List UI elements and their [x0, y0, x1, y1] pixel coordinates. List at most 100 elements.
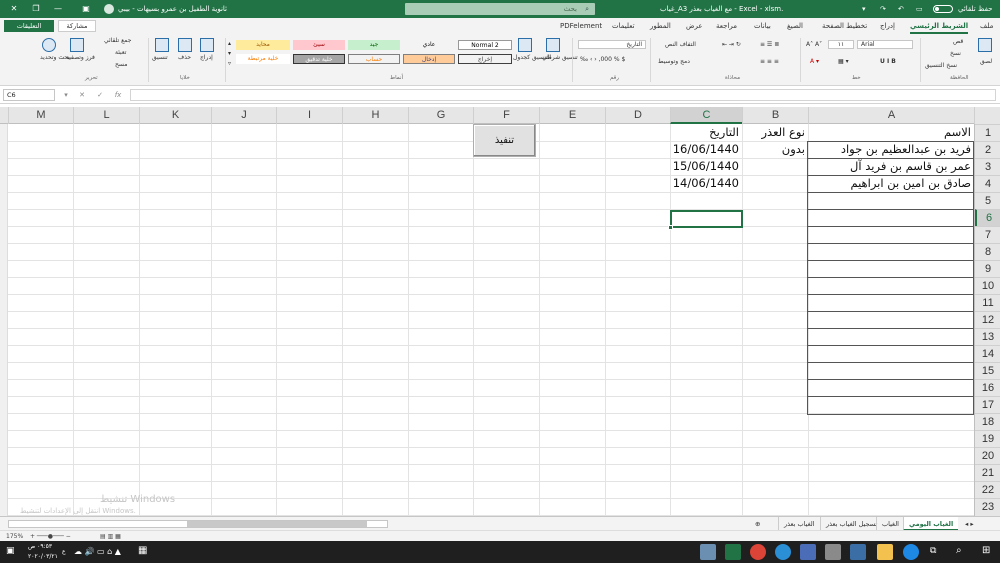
- column-header-d[interactable]: D: [605, 107, 670, 124]
- cell-c1[interactable]: التاريخ: [670, 124, 742, 141]
- search-input[interactable]: بحث ⌕: [405, 3, 595, 15]
- merge-center-button[interactable]: دمج وتوسيط: [658, 58, 690, 65]
- sheet-tab-absence[interactable]: الغياب: [876, 517, 904, 531]
- cell-a2[interactable]: فريد بن عبدالعظيم بن جواد: [808, 141, 974, 158]
- style-linked-cell[interactable]: خلية مرتبطة: [236, 54, 290, 64]
- style-input[interactable]: إدخال: [403, 54, 455, 64]
- fill-handle[interactable]: [668, 225, 673, 230]
- horizontal-scroll-thumb[interactable]: [187, 521, 367, 527]
- add-sheet-button[interactable]: ⊕: [750, 517, 765, 531]
- column-header-c[interactable]: C: [670, 107, 742, 124]
- cell-a3[interactable]: عمر بن قاسم بن فريد آل: [808, 158, 974, 175]
- column-header-g[interactable]: G: [408, 107, 473, 124]
- comments-button[interactable]: التعليقات: [4, 20, 54, 32]
- taskbar-app-icon-2[interactable]: [800, 544, 816, 560]
- cell-c2[interactable]: 16/06/1440: [670, 141, 742, 158]
- taskbar-app-icon[interactable]: [700, 544, 716, 560]
- row-header-15[interactable]: 15: [975, 362, 1000, 379]
- style-normal-arabic[interactable]: عادي: [403, 40, 455, 50]
- sheet-tab-daily[interactable]: الغياب اليومي: [903, 517, 959, 531]
- find-icon[interactable]: [42, 38, 56, 52]
- format-button[interactable]: تنسيق: [152, 54, 168, 61]
- cut-button[interactable]: قص: [953, 38, 963, 45]
- insert-button[interactable]: إدراج: [200, 54, 213, 61]
- style-good[interactable]: جيد: [348, 40, 400, 50]
- style-check-cell[interactable]: خلية تدقيق: [293, 54, 345, 64]
- row-header-13[interactable]: 13: [975, 328, 1000, 345]
- column-header-f[interactable]: F: [473, 107, 539, 124]
- row-header-11[interactable]: 11: [975, 294, 1000, 311]
- cell-b1[interactable]: نوع العذر: [742, 124, 808, 141]
- select-all-corner[interactable]: [974, 107, 1000, 124]
- insert-cells-icon[interactable]: [200, 38, 214, 52]
- column-header-a[interactable]: A: [808, 107, 974, 124]
- tray-icons[interactable]: ☁ 🔊 ▭ ⌂ ▲: [74, 547, 121, 556]
- font-color-icon[interactable]: A ▾: [810, 58, 819, 65]
- autosum-button[interactable]: جمع تلقائي: [104, 37, 131, 44]
- format-painter-button[interactable]: نسخ التنسيق: [925, 62, 957, 69]
- column-header-h[interactable]: H: [342, 107, 408, 124]
- tab-page-layout[interactable]: تخطيط الصفحة: [822, 18, 867, 34]
- row-header-2[interactable]: 2: [975, 141, 1000, 158]
- row-header-8[interactable]: 8: [975, 243, 1000, 260]
- row-header-7[interactable]: 7: [975, 226, 1000, 243]
- redo-icon[interactable]: ↷: [880, 0, 886, 18]
- tab-view[interactable]: عرض: [686, 18, 703, 34]
- fill-button[interactable]: تعبئة: [115, 49, 126, 56]
- column-header-i[interactable]: I: [276, 107, 342, 124]
- row-header-16[interactable]: 16: [975, 379, 1000, 396]
- row-header-20[interactable]: 20: [975, 447, 1000, 464]
- style-calculation[interactable]: حساب: [348, 54, 400, 64]
- taskbar-excel-icon[interactable]: [725, 544, 741, 560]
- name-box-dropdown-icon[interactable]: ▾: [60, 89, 72, 101]
- undo-icon[interactable]: ↶: [898, 0, 904, 18]
- wrap-text-button[interactable]: التفاف النص: [665, 41, 696, 48]
- row-header-4[interactable]: 4: [975, 175, 1000, 192]
- styles-more-icon[interactable]: ▿: [228, 60, 231, 67]
- indent-icons[interactable]: ⇤ ⇥ ↻: [722, 41, 741, 48]
- cell-a4[interactable]: صادق بن امين بن ابراهيم: [808, 175, 974, 192]
- tab-formulas[interactable]: الصيغ: [787, 18, 803, 34]
- clock-date[interactable]: ٢٠٢٠/٠٣/٢١: [28, 553, 58, 560]
- column-header-l[interactable]: L: [73, 107, 139, 124]
- vertical-scrollbar[interactable]: [0, 124, 8, 516]
- bold-italic-underline-icons[interactable]: U I B: [880, 58, 896, 65]
- customize-toolbar-icon[interactable]: ▾: [862, 0, 866, 18]
- start-icon[interactable]: ⊞: [982, 545, 990, 556]
- format-as-table-icon[interactable]: [518, 38, 532, 52]
- tab-pdfelement[interactable]: PDFelement: [560, 18, 602, 34]
- formula-input[interactable]: [130, 89, 996, 101]
- sheet-tab-record-excused[interactable]: تسجيل الغياب بعذر: [820, 517, 882, 531]
- taskbar-ie-icon[interactable]: [903, 544, 919, 560]
- vertical-align-icons[interactable]: ≡ ☰ ≣: [760, 41, 779, 48]
- font-name-select[interactable]: Arial: [857, 40, 913, 49]
- cancel-entry-icon[interactable]: ✕: [76, 89, 88, 101]
- tab-home[interactable]: الشريط الرئيسي: [910, 18, 969, 34]
- horizontal-align-icons[interactable]: ≡ ≡ ≡: [760, 58, 779, 65]
- row-header-14[interactable]: 14: [975, 345, 1000, 362]
- column-header-j[interactable]: J: [211, 107, 276, 124]
- row-header-10[interactable]: 10: [975, 277, 1000, 294]
- cell-c4[interactable]: 14/06/1440: [670, 175, 742, 192]
- row-header-18[interactable]: 18: [975, 413, 1000, 430]
- styles-scroll-up-icon[interactable]: ▴: [228, 40, 231, 47]
- taskbar-file-explorer-icon[interactable]: [877, 544, 893, 560]
- task-view-icon[interactable]: ⧉: [930, 546, 936, 556]
- sort-filter-icon[interactable]: [70, 38, 84, 52]
- run-button[interactable]: تنفيذ: [473, 124, 536, 157]
- sheet-nav-icons[interactable]: ◂ ▸: [960, 517, 979, 531]
- insert-function-icon[interactable]: fx: [112, 89, 124, 101]
- tab-help[interactable]: تعليمات: [612, 18, 635, 34]
- cell-a1[interactable]: الاسم: [808, 124, 974, 141]
- show-hidden-icons[interactable]: ▦: [138, 545, 147, 556]
- taskbar-app-icon-3[interactable]: [825, 544, 841, 560]
- row-header-21[interactable]: 21: [975, 464, 1000, 481]
- taskbar-store-icon[interactable]: [850, 544, 866, 560]
- paste-button[interactable]: لصق: [980, 58, 992, 65]
- search-icon[interactable]: ⌕: [956, 545, 962, 556]
- sort-filter-button[interactable]: فرز وتصفية: [66, 54, 95, 61]
- row-header-1[interactable]: 1: [975, 124, 1000, 141]
- style-bad[interactable]: سيئ: [293, 40, 345, 50]
- number-format-select[interactable]: التاريخ: [578, 40, 646, 49]
- avatar[interactable]: [104, 4, 114, 14]
